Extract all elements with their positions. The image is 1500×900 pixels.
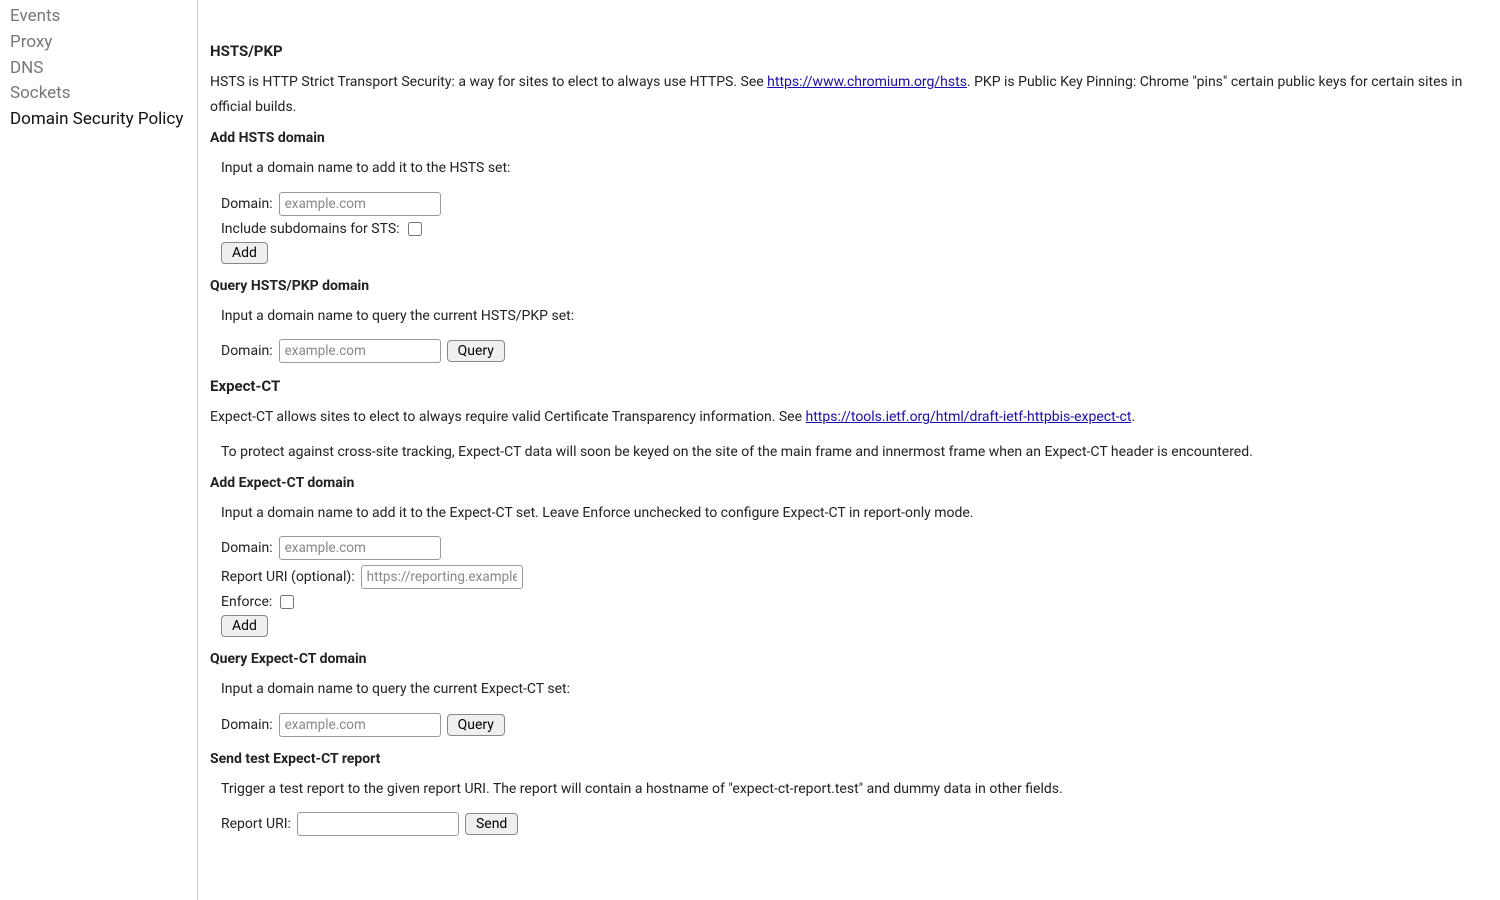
add-expectct-button[interactable]: Add [221, 615, 268, 637]
hsts-description: HSTS is HTTP Strict Transport Security: … [210, 70, 1488, 120]
query-expectct-domain-label: Domain: [221, 717, 273, 733]
query-expectct-help: Input a domain name to query the current… [221, 677, 1488, 702]
sidebar: Events Proxy DNS Sockets Domain Security… [0, 0, 198, 900]
add-expectct-domain-label: Domain: [221, 540, 273, 556]
sendtest-expectct-report-uri-label: Report URI: [221, 816, 291, 832]
add-expectct-report-uri-input[interactable] [361, 565, 523, 589]
expectct-heading: Expect-CT [210, 377, 1488, 395]
add-hsts-button[interactable]: Add [221, 242, 268, 264]
add-hsts-heading: Add HSTS domain [210, 130, 1488, 146]
sendtest-expectct-button[interactable]: Send [465, 813, 518, 835]
add-hsts-include-subdomains-label: Include subdomains for STS: [221, 221, 400, 237]
query-hsts-button[interactable]: Query [447, 340, 505, 362]
hsts-description-text-pre: HSTS is HTTP Strict Transport Security: … [210, 74, 767, 90]
hsts-heading: HSTS/PKP [210, 42, 1488, 60]
sendtest-expectct-heading: Send test Expect-CT report [210, 751, 1488, 767]
query-hsts-help: Input a domain name to query the current… [221, 304, 1488, 329]
add-expectct-help: Input a domain name to add it to the Exp… [221, 501, 1488, 526]
expectct-description-pre: Expect-CT allows sites to elect to alway… [210, 409, 806, 425]
add-hsts-domain-input[interactable] [279, 192, 441, 216]
add-expectct-enforce-checkbox[interactable] [280, 595, 294, 609]
query-expectct-domain-input[interactable] [279, 713, 441, 737]
sidebar-item-sockets[interactable]: Sockets [10, 81, 187, 107]
sidebar-item-dns[interactable]: DNS [10, 56, 187, 82]
query-expectct-heading: Query Expect-CT domain [210, 651, 1488, 667]
sendtest-expectct-help: Trigger a test report to the given repor… [221, 777, 1488, 802]
query-hsts-domain-input[interactable] [279, 339, 441, 363]
expectct-description-post: . [1131, 409, 1135, 425]
add-expectct-report-uri-label: Report URI (optional): [221, 569, 355, 585]
add-expectct-domain-input[interactable] [279, 536, 441, 560]
sidebar-item-events[interactable]: Events [10, 4, 187, 30]
hsts-link[interactable]: https://www.chromium.org/hsts [767, 74, 967, 90]
query-hsts-domain-label: Domain: [221, 343, 273, 359]
expectct-note: To protect against cross-site tracking, … [221, 440, 1488, 465]
sendtest-expectct-report-uri-input[interactable] [297, 812, 459, 836]
sidebar-item-domain-security-policy[interactable]: Domain Security Policy [10, 107, 187, 133]
add-expectct-heading: Add Expect-CT domain [210, 475, 1488, 491]
add-expectct-enforce-label: Enforce: [221, 594, 272, 610]
query-hsts-heading: Query HSTS/PKP domain [210, 278, 1488, 294]
add-hsts-include-subdomains-checkbox[interactable] [408, 222, 422, 236]
sidebar-item-proxy[interactable]: Proxy [10, 30, 187, 56]
add-hsts-domain-label: Domain: [221, 196, 273, 212]
main-content: HSTS/PKP HSTS is HTTP Strict Transport S… [198, 0, 1500, 900]
expectct-description: Expect-CT allows sites to elect to alway… [210, 405, 1488, 430]
add-hsts-help: Input a domain name to add it to the HST… [221, 156, 1488, 181]
query-expectct-button[interactable]: Query [447, 714, 505, 736]
expectct-link[interactable]: https://tools.ietf.org/html/draft-ietf-h… [806, 409, 1132, 425]
